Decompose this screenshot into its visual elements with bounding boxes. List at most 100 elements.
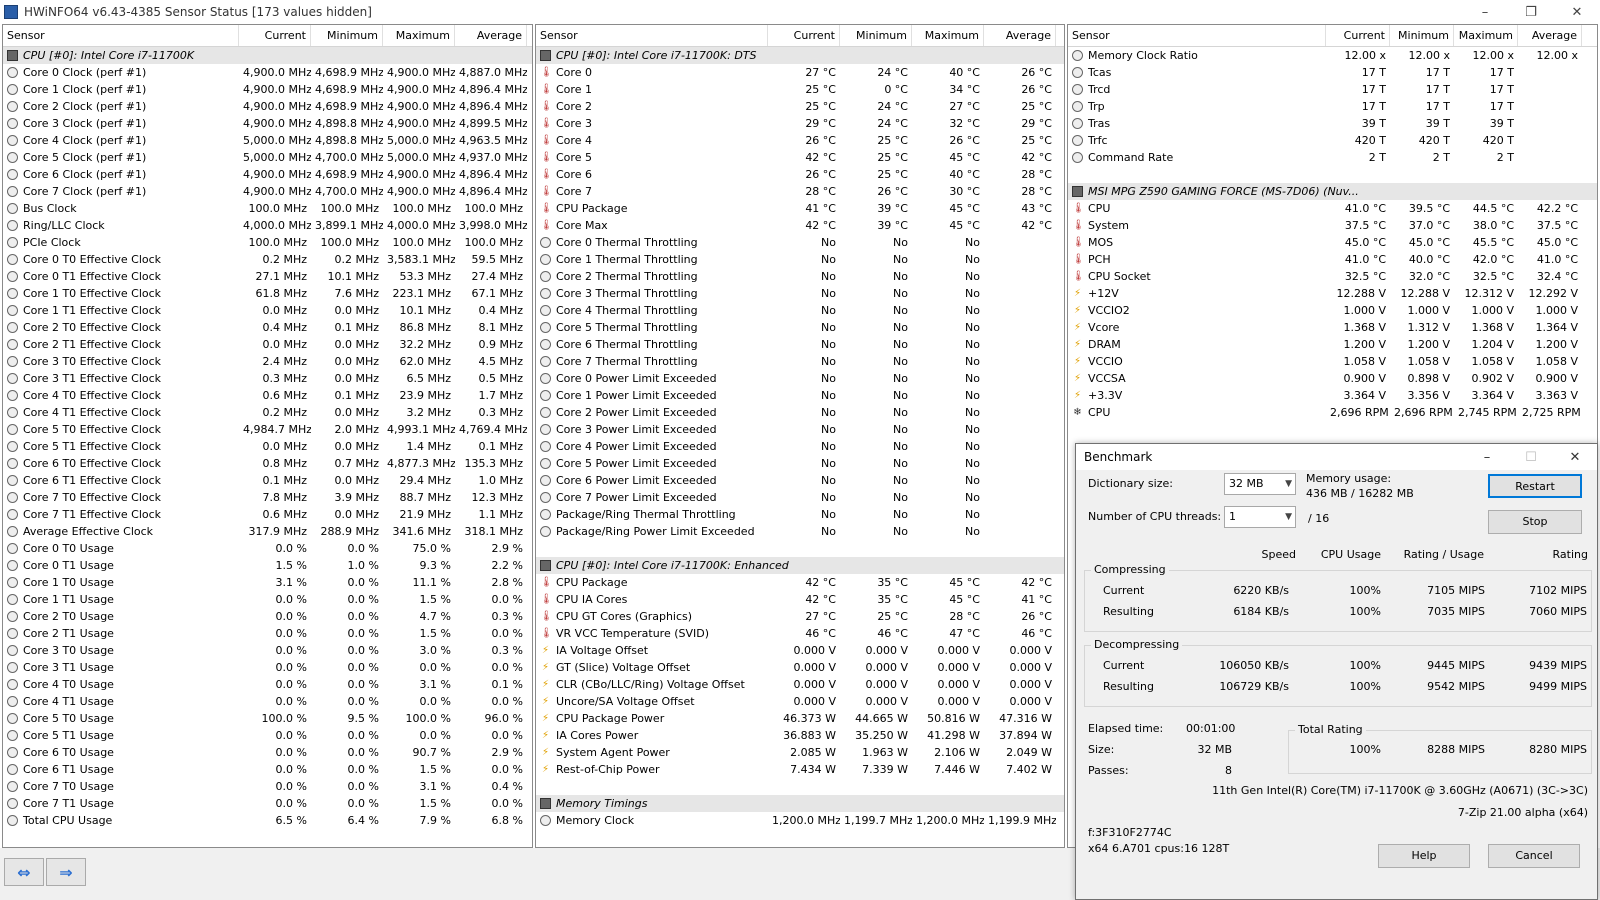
- sensor-row[interactable]: PCIe Clock 100.0 MHz 100.0 MHz 100.0 MHz 100…: [3, 234, 532, 251]
- sensor-row[interactable]: Core 1 T0 Usage 3.1 % 0.0 % 11.1 % 2.8 %: [3, 574, 532, 591]
- sensor-row[interactable]: Core 0 T1 Usage 1.5 % 1.0 % 9.3 % 2.2 %: [3, 557, 532, 574]
- sensor-row[interactable]: Core 4 Power Limit Exceeded No No No: [536, 438, 1064, 455]
- sensor-row[interactable]: Core 5 Thermal Throttling No No No: [536, 319, 1064, 336]
- sensor-row[interactable]: Core 1 T0 Effective Clock 61.8 MHz 7.6 MHz…: [3, 285, 532, 302]
- sensor-row[interactable]: Core 7 T0 Effective Clock 7.8 MHz 3.9 MHz 8…: [3, 489, 532, 506]
- restore-icon[interactable]: ❐: [1508, 0, 1554, 24]
- sensor-row[interactable]: Core 5 T1 Usage 0.0 % 0.0 % 0.0 % 0.0 %: [3, 727, 532, 744]
- col-sensor[interactable]: Sensor: [3, 25, 239, 46]
- sensor-row[interactable]: Core 3 Clock (perf #1) 4,900.0 MHz 4,898.8…: [3, 115, 532, 132]
- col-maximum[interactable]: Maximum: [912, 25, 984, 46]
- sensor-row[interactable]: Core 3 T0 Effective Clock 2.4 MHz 0.0 MHz 6…: [3, 353, 532, 370]
- sensor-row[interactable]: 🌡 Core 6 26 °C 25 °C 40 °C 28 °C: [536, 166, 1064, 183]
- col-maximum[interactable]: Maximum: [383, 25, 455, 46]
- sensor-row[interactable]: Core 3 T1 Effective Clock 0.3 MHz 0.0 MHz 6…: [3, 370, 532, 387]
- sensor-row[interactable]: Core 2 Power Limit Exceeded No No No: [536, 404, 1064, 421]
- col-average[interactable]: Average: [984, 25, 1056, 46]
- sensor-row[interactable]: Core 7 Thermal Throttling No No No: [536, 353, 1064, 370]
- sensor-row[interactable]: Core 2 T0 Effective Clock 0.4 MHz 0.1 MHz 8…: [3, 319, 532, 336]
- col-minimum[interactable]: Minimum: [311, 25, 383, 46]
- sensor-row[interactable]: ⚡ +3.3V 3.364 V 3.356 V 3.364 V 3.363 V: [1068, 387, 1597, 404]
- sensor-row[interactable]: 🌡 CPU 41.0 °C 39.5 °C 44.5 °C 42.2 °C: [1068, 200, 1597, 217]
- minimize-icon[interactable]: –: [1462, 0, 1508, 24]
- arrows-left-right-icon[interactable]: ⇔: [4, 858, 44, 886]
- sensor-row[interactable]: Core 7 T1 Usage 0.0 % 0.0 % 1.5 % 0.0 %: [3, 795, 532, 812]
- sensor-row[interactable]: 🌡 CPU Package 41 °C 39 °C 45 °C 43 °C: [536, 200, 1064, 217]
- sensor-row[interactable]: 🌡 CPU GT Cores (Graphics) 27 °C 25 °C 28 °C 2…: [536, 608, 1064, 625]
- sensor-row[interactable]: 🌡 CPU IA Cores 42 °C 35 °C 45 °C 41 °C: [536, 591, 1064, 608]
- sensor-row[interactable]: Core 6 Clock (perf #1) 4,900.0 MHz 4,698.9…: [3, 166, 532, 183]
- sensor-row[interactable]: Core 2 Clock (perf #1) 4,900.0 MHz 4,698.9…: [3, 98, 532, 115]
- sensor-row[interactable]: Core 7 Clock (perf #1) 4,900.0 MHz 4,700.0…: [3, 183, 532, 200]
- sensor-row[interactable]: Core 0 Power Limit Exceeded No No No: [536, 370, 1064, 387]
- sensor-row[interactable]: Core 4 Thermal Throttling No No No: [536, 302, 1064, 319]
- sensor-row[interactable]: 🌡 Core 4 26 °C 25 °C 26 °C 25 °C: [536, 132, 1064, 149]
- sensor-row[interactable]: Core 7 T0 Usage 0.0 % 0.0 % 3.1 % 0.4 %: [3, 778, 532, 795]
- col-sensor[interactable]: Sensor: [1068, 25, 1326, 46]
- sensor-row[interactable]: Average Effective Clock 317.9 MHz 288.9 MH…: [3, 523, 532, 540]
- col-minimum[interactable]: Minimum: [840, 25, 912, 46]
- sensor-row[interactable]: 🌡 CPU Socket 32.5 °C 32.0 °C 32.5 °C 32.4 °C: [1068, 268, 1597, 285]
- sensor-row[interactable]: Bus Clock 100.0 MHz 100.0 MHz 100.0 MHz 100.…: [3, 200, 532, 217]
- stop-button[interactable]: Stop: [1488, 510, 1582, 534]
- sensor-row[interactable]: Core 2 T0 Usage 0.0 % 0.0 % 4.7 % 0.3 %: [3, 608, 532, 625]
- help-button[interactable]: Help: [1378, 844, 1470, 868]
- sensor-row[interactable]: ⚡ IA Cores Power 36.883 W 35.250 W 41.298 W 3…: [536, 727, 1064, 744]
- sensor-row[interactable]: Core 4 T1 Effective Clock 0.2 MHz 0.0 MHz 3…: [3, 404, 532, 421]
- col-current[interactable]: Current: [768, 25, 840, 46]
- sensor-row[interactable]: 🌡 Core 2 25 °C 24 °C 27 °C 25 °C: [536, 98, 1064, 115]
- sensor-row[interactable]: Core 5 T1 Effective Clock 0.0 MHz 0.0 MHz 1…: [3, 438, 532, 455]
- sensor-row[interactable]: Total CPU Usage 6.5 % 6.4 % 7.9 % 6.8 %: [3, 812, 532, 829]
- sensor-row[interactable]: Core 2 T1 Effective Clock 0.0 MHz 0.0 MHz 3…: [3, 336, 532, 353]
- sensor-row[interactable]: Core 0 Thermal Throttling No No No: [536, 234, 1064, 251]
- sensor-row[interactable]: ⚡ GT (Slice) Voltage Offset 0.000 V 0.000 V…: [536, 659, 1064, 676]
- arrows-forward-icon[interactable]: ⇒: [46, 858, 86, 886]
- sensor-row[interactable]: ⚡ Rest-of-Chip Power 7.434 W 7.339 W 7.446 W…: [536, 761, 1064, 778]
- sensor-row[interactable]: Memory Clock 1,200.0 MHz 1,199.7 MHz 1,200.…: [536, 812, 1064, 829]
- sensor-row[interactable]: ⚡ DRAM 1.200 V 1.200 V 1.204 V 1.200 V: [1068, 336, 1597, 353]
- sensor-row[interactable]: Core 7 T1 Effective Clock 0.6 MHz 0.0 MHz 2…: [3, 506, 532, 523]
- sensor-row[interactable]: Core 5 T0 Usage 100.0 % 9.5 % 100.0 % 96.0 %: [3, 710, 532, 727]
- sensor-row[interactable]: Core 6 T0 Effective Clock 0.8 MHz 0.7 MHz 4…: [3, 455, 532, 472]
- close-icon[interactable]: ✕: [1554, 0, 1600, 24]
- sensor-row[interactable]: Core 0 T0 Effective Clock 0.2 MHz 0.2 MHz 3…: [3, 251, 532, 268]
- sensor-panel-1[interactable]: Sensor Current Minimum Maximum Average C…: [2, 24, 533, 848]
- sensor-row[interactable]: Core 2 T1 Usage 0.0 % 0.0 % 1.5 % 0.0 %: [3, 625, 532, 642]
- sensor-row[interactable]: ⚡ Uncore/SA Voltage Offset 0.000 V 0.000 V 0…: [536, 693, 1064, 710]
- sensor-row[interactable]: Command Rate 2 T 2 T 2 T: [1068, 149, 1597, 166]
- sensor-row[interactable]: Core 1 Thermal Throttling No No No: [536, 251, 1064, 268]
- sensor-row[interactable]: ⚡ CLR (CBo/LLC/Ring) Voltage Offset 0.000 …: [536, 676, 1064, 693]
- col-current[interactable]: Current: [1326, 25, 1390, 46]
- sensor-row[interactable]: Tras 39 T 39 T 39 T: [1068, 115, 1597, 132]
- sensor-row[interactable]: Core 4 T0 Usage 0.0 % 0.0 % 3.1 % 0.1 %: [3, 676, 532, 693]
- sensor-row[interactable]: 🌡 PCH 41.0 °C 40.0 °C 42.0 °C 41.0 °C: [1068, 251, 1597, 268]
- sensor-row[interactable]: Core 3 Thermal Throttling No No No: [536, 285, 1064, 302]
- sensor-row[interactable]: Core 3 Power Limit Exceeded No No No: [536, 421, 1064, 438]
- sensor-row[interactable]: Core 1 T1 Effective Clock 0.0 MHz 0.0 MHz 1…: [3, 302, 532, 319]
- dictionary-size-select[interactable]: 32 MB ▼: [1224, 473, 1296, 495]
- col-sensor[interactable]: Sensor: [536, 25, 768, 46]
- col-average[interactable]: Average: [455, 25, 527, 46]
- sensor-row[interactable]: Core 4 T1 Usage 0.0 % 0.0 % 0.0 % 0.0 %: [3, 693, 532, 710]
- sensor-row[interactable]: ⚡ System Agent Power 2.085 W 1.963 W 2.106 W…: [536, 744, 1064, 761]
- sensor-group-header[interactable]: CPU [#0]: Intel Core i7-11700K: [3, 47, 532, 64]
- sensor-row[interactable]: Core 2 Thermal Throttling No No No: [536, 268, 1064, 285]
- sensor-row[interactable]: Core 6 T1 Effective Clock 0.1 MHz 0.0 MHz 2…: [3, 472, 532, 489]
- sensor-row[interactable]: Tcas 17 T 17 T 17 T: [1068, 64, 1597, 81]
- sensor-row[interactable]: 🌡 Core 5 42 °C 25 °C 45 °C 42 °C: [536, 149, 1064, 166]
- sensor-row[interactable]: 🌡 Core 0 27 °C 24 °C 40 °C 26 °C: [536, 64, 1064, 81]
- sensor-row[interactable]: 🌡 System 37.5 °C 37.0 °C 38.0 °C 37.5 °C: [1068, 217, 1597, 234]
- sensor-row[interactable]: 🌡 CPU Package 42 °C 35 °C 45 °C 42 °C: [536, 574, 1064, 591]
- sensor-row[interactable]: Core 6 Thermal Throttling No No No: [536, 336, 1064, 353]
- sensor-row[interactable]: Core 4 Clock (perf #1) 5,000.0 MHz 4,898.8…: [3, 132, 532, 149]
- restart-button[interactable]: Restart: [1488, 474, 1582, 498]
- sensor-row[interactable]: ⚡ CPU Package Power 46.373 W 44.665 W 50.816…: [536, 710, 1064, 727]
- minimize-icon[interactable]: –: [1465, 444, 1509, 470]
- sensor-row[interactable]: 🌡 MOS 45.0 °C 45.0 °C 45.5 °C 45.0 °C: [1068, 234, 1597, 251]
- col-average[interactable]: Average: [1518, 25, 1582, 46]
- close-icon[interactable]: ✕: [1553, 444, 1597, 470]
- col-maximum[interactable]: Maximum: [1454, 25, 1518, 46]
- sensor-row[interactable]: 🌡 Core 7 28 °C 26 °C 30 °C 28 °C: [536, 183, 1064, 200]
- sensor-row[interactable]: ⚡ Vcore 1.368 V 1.312 V 1.368 V 1.364 V: [1068, 319, 1597, 336]
- sensor-row[interactable]: Core 6 T1 Usage 0.0 % 0.0 % 1.5 % 0.0 %: [3, 761, 532, 778]
